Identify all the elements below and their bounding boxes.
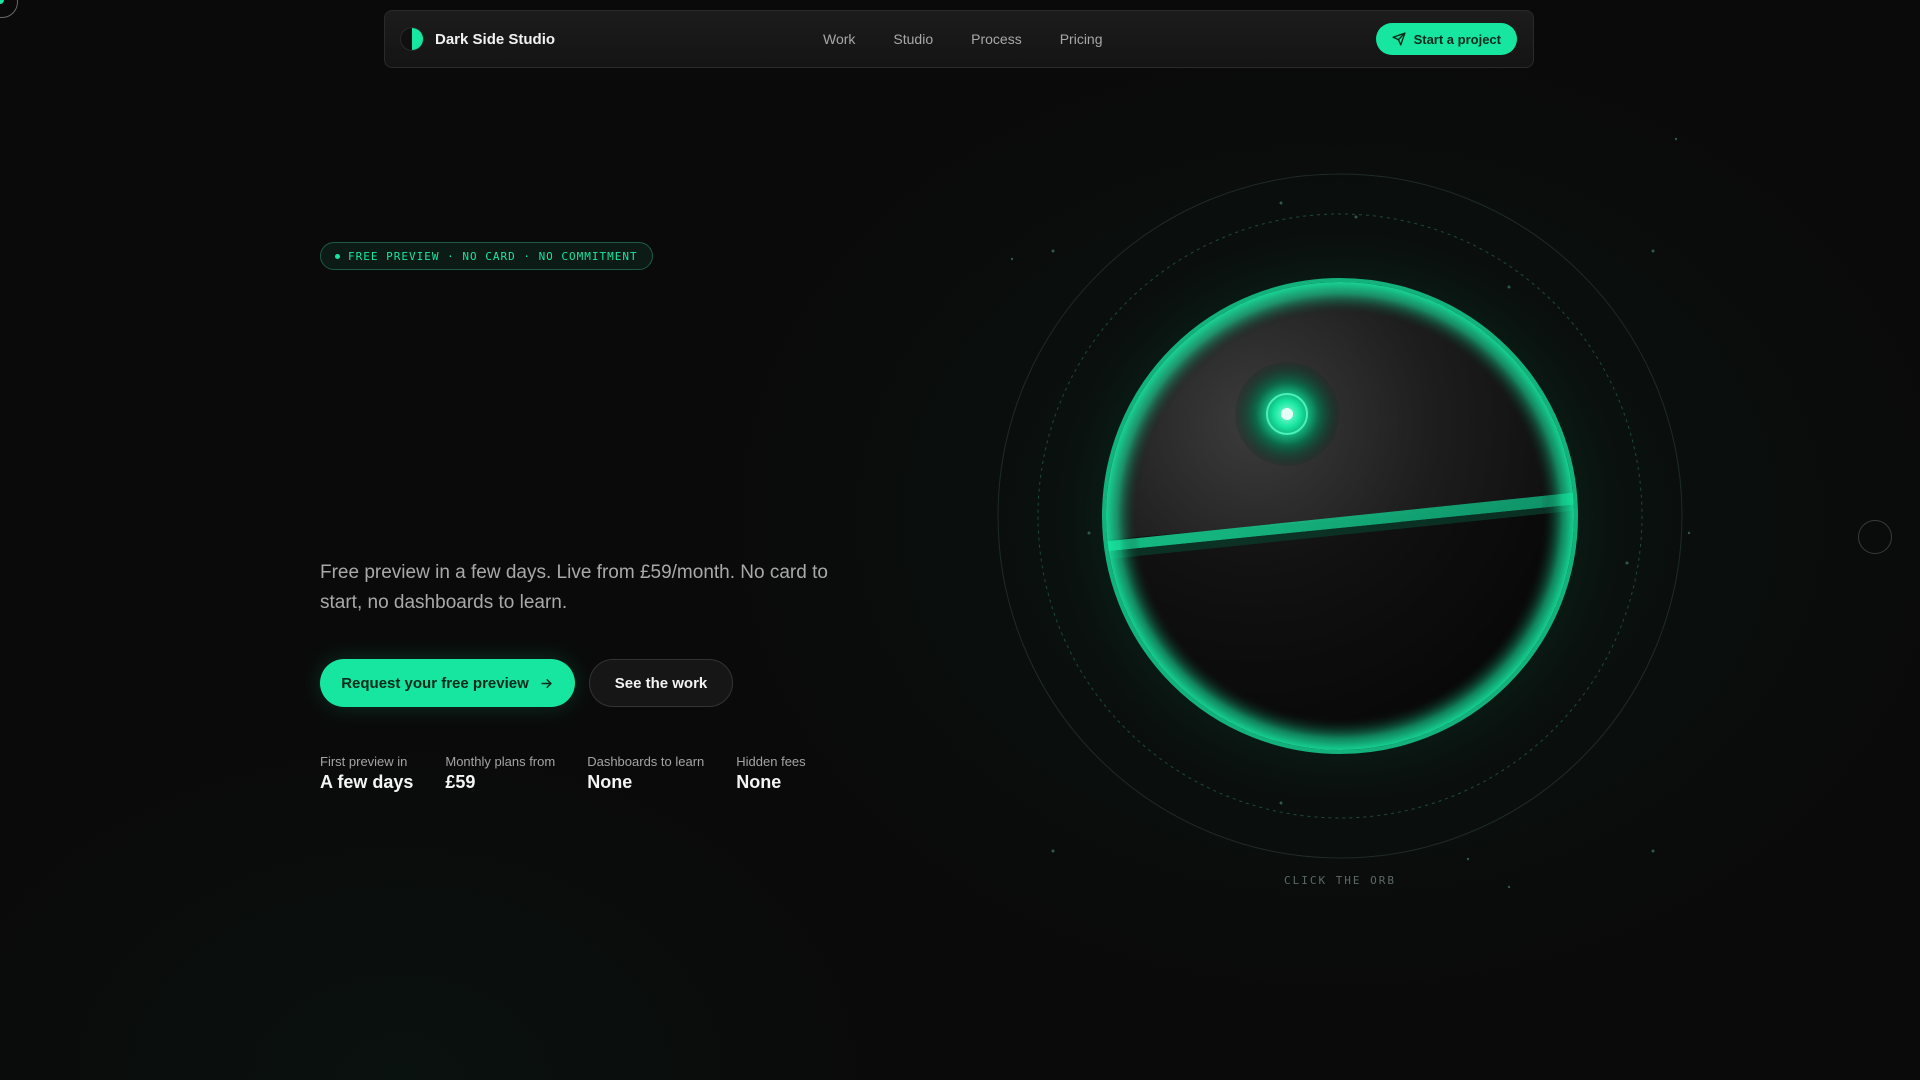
stat-monthly-plans: Monthly plans from £59	[445, 754, 555, 793]
badge-dot-icon	[335, 253, 340, 259]
brand-logo-icon	[401, 28, 423, 50]
stat-label: Hidden fees	[736, 754, 806, 769]
stat-label: First preview in	[320, 754, 408, 769]
request-preview-label: Request your free preview	[341, 674, 529, 692]
stat-hidden-fees: Hidden fees None	[736, 754, 805, 793]
stat-value: None	[736, 772, 782, 792]
brand[interactable]: Dark Side Studio	[401, 28, 761, 50]
orb-caption: CLICK THE ORB	[1283, 874, 1397, 887]
nav-links: Work Studio Process Pricing	[823, 31, 1103, 47]
nav-link-process[interactable]: Process	[971, 31, 1022, 47]
request-preview-button[interactable]: Request your free preview	[320, 659, 575, 707]
see-work-label: See the work	[614, 674, 708, 692]
start-project-button[interactable]: Start a project	[1375, 23, 1517, 55]
nav-link-pricing[interactable]: Pricing	[1060, 31, 1103, 47]
stat-first-preview: First preview in A few days	[320, 754, 413, 793]
badge-text: FREE PREVIEW · NO CARD · NO COMMITMENT	[348, 249, 638, 263]
side-ring[interactable]	[1858, 520, 1892, 554]
stat-label: Monthly plans from	[445, 754, 556, 769]
offer-badge: FREE PREVIEW · NO CARD · NO COMMITMENT	[320, 242, 653, 270]
stat-value: A few days	[320, 772, 414, 792]
stat-dashboards: Dashboards to learn None	[587, 754, 704, 793]
stat-value: None	[587, 772, 633, 792]
nav-link-work[interactable]: Work	[823, 31, 855, 47]
stats-row: First preview in A few days Monthly plan…	[320, 754, 806, 793]
send-icon	[1392, 32, 1406, 46]
arrow-right-icon	[541, 678, 552, 688]
see-work-button[interactable]: See the work	[589, 659, 733, 707]
brand-name: Dark Side Studio	[435, 30, 556, 48]
orb-illustration	[997, 137, 1691, 889]
top-nav: Dark Side Studio Work Studio Process Pri…	[384, 10, 1534, 68]
stat-label: Dashboards to learn	[587, 754, 705, 769]
nav-link-studio[interactable]: Studio	[893, 31, 933, 47]
start-project-label: Start a project	[1413, 31, 1501, 47]
page: Dark Side Studio Work Studio Process Pri…	[0, 0, 1920, 1080]
stat-value: £59	[445, 772, 476, 792]
hero-lede: Free preview in a few days. Live from £5…	[320, 562, 828, 613]
